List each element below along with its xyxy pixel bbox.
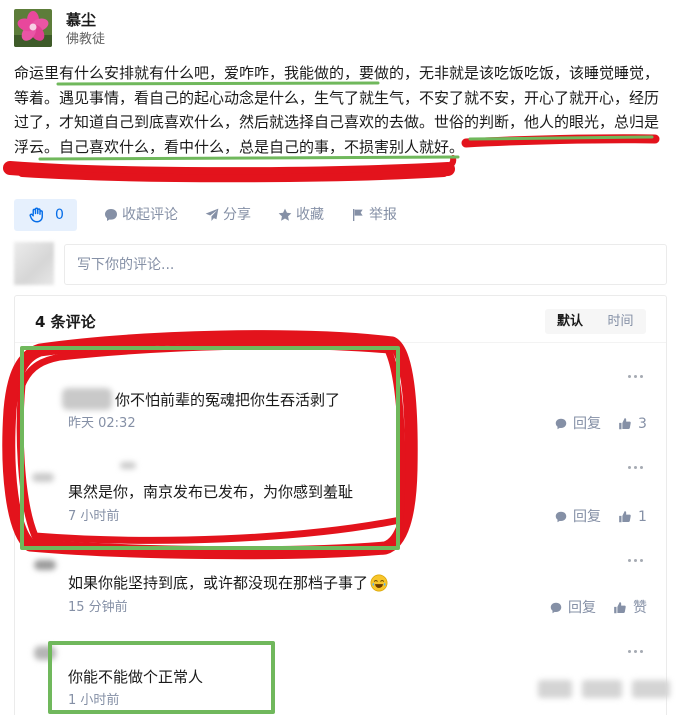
reply-icon[interactable] [554,510,568,524]
report-label: 举报 [369,207,397,223]
blurred-username [120,462,136,469]
comment-input[interactable] [64,244,667,285]
comment-time: 昨天 02:32 [68,416,136,431]
avatar[interactable] [14,9,52,47]
comment-time: 7 小时前 [68,509,120,524]
blurred-watermark [538,676,670,702]
comment-time: 1 小时前 [68,693,120,708]
post-line: 命运里有什么安排就有什么吧，爱咋咋，我能做的，要做的，无非就是该吃饭吃饭，该睡觉… [14,64,660,82]
collapse-comments-label: 收起评论 [122,207,178,223]
thumbs-up-icon[interactable] [618,510,632,524]
comment-text: 你不怕前辈的冤魂把你生吞活剥了 [115,391,341,409]
blurred-avatar [34,560,56,570]
clap-icon [29,207,43,223]
comment-item: 你不怕前辈的冤魂把你生吞活剥了 昨天 02:32 回复 3 [14,360,667,452]
comment-count: 4 条评论 [35,313,96,331]
like-count[interactable]: 1 [638,508,647,526]
author-name[interactable]: 慕尘 [66,10,96,30]
report-button[interactable]: 举报 [350,206,400,224]
comment-text: 果然是你，南京发布已发布，为你感到羞耻 [68,483,354,501]
more-icon[interactable] [628,648,644,654]
flag-icon [353,209,363,221]
collapse-comments-button[interactable]: 收起评论 [103,206,183,224]
pink-flower-avatar [14,9,52,47]
thumbs-up-icon[interactable] [618,417,632,431]
reply-icon[interactable] [554,417,568,431]
laughing-tears-emoji-icon [370,574,388,592]
paper-plane-icon [205,208,219,221]
author-title: 佛教徒 [66,32,106,47]
reply-button[interactable]: 回复 [573,508,601,526]
clap-count: 0 [55,207,64,223]
more-icon[interactable] [628,373,644,379]
blurred-avatar [14,242,54,285]
comment-icon [105,209,117,221]
comment-time: 15 分钟前 [68,600,128,615]
blurred-avatar [34,646,56,660]
more-icon[interactable] [628,557,644,563]
star-icon [278,208,292,221]
post-line: 等着。遇见事情，看自己的起心动念是什么，生气了就生气，不安了就不安，开心了就开心… [14,88,660,107]
like-count[interactable]: 3 [638,415,647,433]
thumbs-up-icon[interactable] [613,601,627,615]
reply-button[interactable]: 回复 [568,599,596,617]
sort-tabs: 默认 时间 [545,309,646,334]
blurred-avatar [32,473,54,482]
reply-icon[interactable] [549,601,563,615]
comment-text: 如果你能坚持到底，或许都没现在那档子事了 [68,574,369,592]
comment-text: 你能不能做个正常人 [68,668,204,686]
share-label: 分享 [223,207,251,223]
like-button[interactable]: 赞 [633,599,647,617]
share-button[interactable]: 分享 [204,206,254,224]
favorite-button[interactable]: 收藏 [277,206,327,224]
clap-button[interactable]: 0 [14,199,77,231]
post-body: 命运里有什么安排就有什么吧，爱咋咋，我能做的，要做的，无非就是该吃饭吃饭，该睡觉… [14,61,672,186]
reply-button[interactable]: 回复 [573,415,601,433]
blurred-username [62,388,112,410]
divider [15,342,666,343]
more-icon[interactable] [628,464,644,470]
favorite-label: 收藏 [296,207,324,223]
comment-item: 如果你能坚持到底，或许都没现在那档子事了 15 分钟前 回复 赞 [14,548,667,628]
post-line: 浮云。自己喜欢什么，看中什么，总是自己的事，不损害别人就好。 [14,138,465,157]
tab-default[interactable]: 默认 [545,309,595,334]
post-line: 过了，才知道自己到底喜欢什么，然后就选择自己喜欢的去做。世俗的判断，他人的眼光，… [14,113,660,132]
comment-item: 果然是你，南京发布已发布，为你感到羞耻 7 小时前 回复 1 [14,455,667,545]
tab-time[interactable]: 时间 [595,309,646,334]
